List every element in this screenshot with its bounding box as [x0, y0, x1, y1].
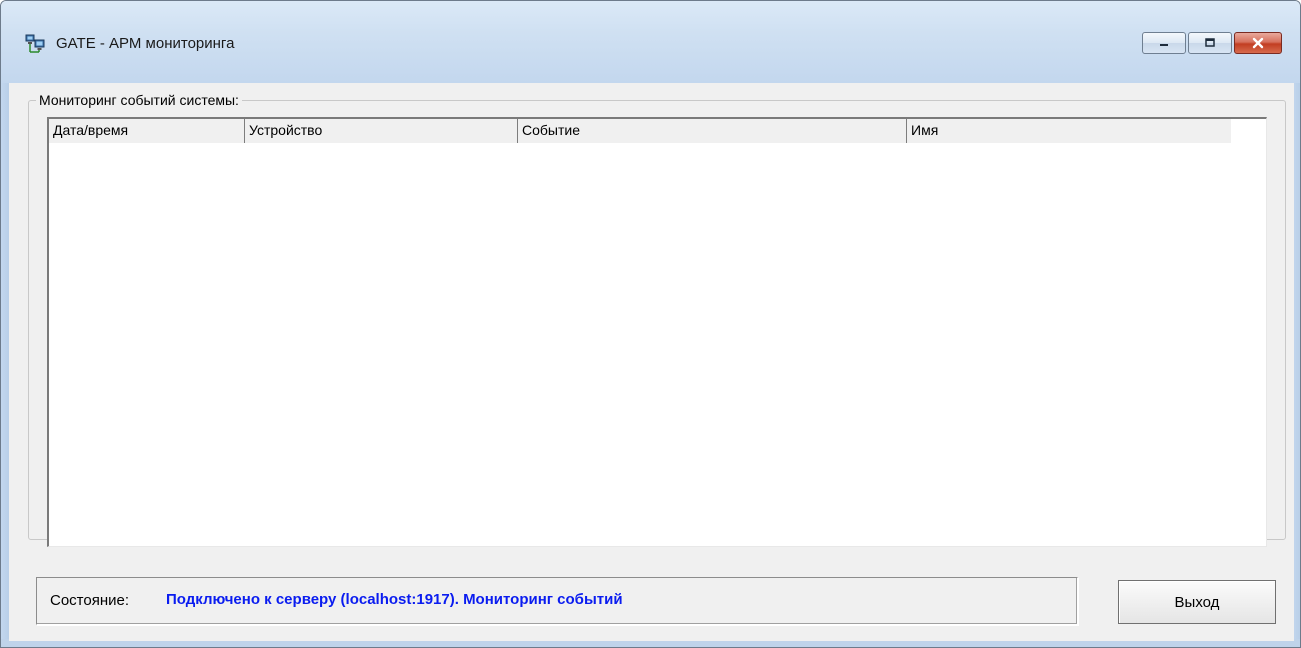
status-value: Подключено к серверу (localhost:1917). М…: [166, 591, 623, 608]
window-frame-left: [1, 83, 9, 647]
status-label: Состояние:: [50, 592, 130, 609]
maximize-button[interactable]: [1188, 32, 1232, 54]
events-groupbox: Мониторинг событий системы: Дата/время У…: [28, 92, 1286, 547]
network-computers-icon: [25, 34, 45, 54]
caption-buttons: [1142, 32, 1282, 54]
events-list-header: Дата/время Устройство Событие Имя: [49, 119, 1231, 143]
title-bar[interactable]: GATE - АРМ мониторинга: [1, 1, 1300, 83]
column-header-datetime[interactable]: Дата/время: [49, 119, 245, 143]
events-list-body[interactable]: [49, 143, 1266, 546]
close-icon: [1252, 37, 1264, 49]
client-area: Мониторинг событий системы: Дата/время У…: [9, 83, 1294, 641]
column-header-event[interactable]: Событие: [518, 119, 907, 143]
minimize-button[interactable]: [1142, 32, 1186, 54]
column-header-name[interactable]: Имя: [907, 119, 1231, 143]
app-window: GATE - АРМ мониторинга Мониторинг событи…: [0, 0, 1301, 648]
minimize-icon: [1160, 44, 1168, 46]
exit-button[interactable]: Выход: [1118, 580, 1276, 624]
status-panel: Состояние: Подключено к серверу (localho…: [36, 577, 1078, 625]
maximize-icon: [1205, 38, 1215, 47]
column-header-device[interactable]: Устройство: [245, 119, 518, 143]
window-title: GATE - АРМ мониторинга: [56, 35, 235, 52]
events-listview[interactable]: Дата/время Устройство Событие Имя: [47, 117, 1267, 547]
close-button[interactable]: [1234, 32, 1282, 54]
events-groupbox-label: Мониторинг событий системы:: [36, 92, 242, 108]
